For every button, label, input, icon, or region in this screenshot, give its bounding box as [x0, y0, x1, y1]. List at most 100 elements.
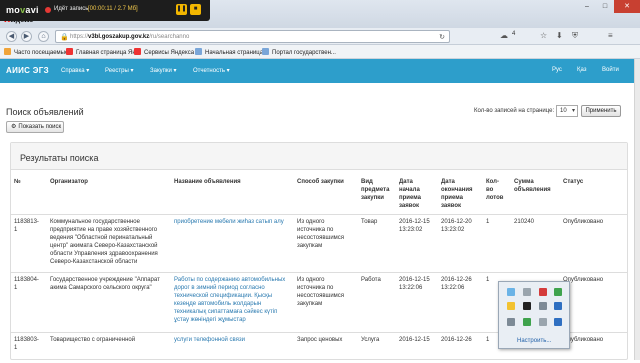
update-tray-icon[interactable] — [554, 318, 562, 326]
antivirus-tray-icon[interactable] — [539, 288, 547, 296]
cloud-icon[interactable]: ☁ — [500, 31, 508, 40]
page-icon — [262, 48, 269, 55]
announcement-link[interactable]: услуги телефонной связи — [174, 337, 245, 343]
table-header-row: № Организатор Название объявления Способ… — [10, 169, 628, 215]
col-end-date[interactable]: Дата окончания приема заявок — [437, 169, 482, 215]
yandex-icon — [134, 48, 141, 55]
chat-tray-icon[interactable] — [523, 288, 531, 296]
stop-icon[interactable]: ■ — [190, 4, 201, 15]
col-sum[interactable]: Сумма объявления — [510, 169, 559, 215]
movavi-logo: movavi — [6, 5, 39, 15]
tray-popup: Настроить... — [498, 281, 570, 349]
bookmark-yandex-services[interactable]: Сервисы Яндекса — [134, 48, 194, 56]
network-tray-icon[interactable] — [507, 318, 515, 326]
menu-registries[interactable]: Реестры ▾ — [105, 67, 134, 74]
cell-name: услуги телефонной связи — [170, 332, 293, 363]
info-tray-icon[interactable] — [554, 302, 562, 310]
back-icon[interactable]: ◀ — [6, 31, 17, 42]
site-header: АИИС ЭГЗ Справка ▾ Реестры ▾ Закупки ▾ О… — [0, 59, 634, 83]
menu-help[interactable]: Справка ▾ — [61, 67, 89, 74]
bookmark-frequent[interactable]: Часто посещаемые — [4, 48, 68, 56]
cell-status: Опубликовано — [559, 214, 628, 273]
cloud-tray-icon[interactable] — [507, 288, 515, 296]
records-per-page-select[interactable]: 10 — [556, 105, 578, 117]
cell-start: 2016-12-15 13:22:06 — [395, 272, 437, 333]
bookmark-gov-portal[interactable]: Портал государствен... — [262, 48, 336, 56]
lock-tray-icon[interactable] — [507, 302, 515, 310]
cell-lots: 1 — [482, 214, 510, 273]
results-header: Результаты поиска — [11, 143, 627, 170]
col-start-date[interactable]: Дата начала приема заявок — [395, 169, 437, 215]
lang-kz[interactable]: Қаз — [577, 67, 587, 73]
bookmark-icon — [4, 48, 11, 55]
shield-icon[interactable]: ⛨ — [572, 31, 578, 41]
announcement-link[interactable]: приобретение мебели жиһаз сатып алу — [174, 219, 284, 225]
cell-end: 2016-12-20 13:23:02 — [437, 214, 482, 273]
recording-time: [00:00:11 / 2.7 Мб] — [88, 6, 138, 12]
cell-sum: 210240 — [510, 214, 559, 273]
cell-method: Из одного источника по несостоявшимся за… — [293, 214, 357, 273]
records-per-page-label: Кол-во записей на странице: — [474, 108, 555, 114]
col-number[interactable]: № — [10, 169, 46, 215]
app-tray-icon[interactable] — [523, 302, 531, 310]
cell-number: 1183804-1 — [10, 272, 46, 333]
recorder-overlay: movavi Идёт запись [00:00:11 / 2.7 Мб] ❚… — [0, 0, 210, 21]
volume-tray-icon[interactable] — [539, 318, 547, 326]
lang-ru[interactable]: Рус — [552, 67, 562, 73]
pause-icon[interactable]: ❚❚ — [176, 4, 187, 15]
mail-tray-icon[interactable] — [539, 302, 547, 310]
badge-count: 4 — [512, 31, 516, 37]
cell-method: Из одного источника по несостоявшимся за… — [293, 272, 357, 333]
tray-customize-link[interactable]: Настроить... — [517, 338, 551, 344]
cell-subject: Работа — [357, 272, 395, 333]
bookmark-yandex-home[interactable]: Главная страница Ян... — [66, 48, 141, 56]
cell-organizer: Коммунальное государственное предприятие… — [46, 214, 170, 273]
yandex-icon — [66, 48, 73, 55]
apply-button[interactable]: Применить — [581, 105, 621, 117]
address-bar[interactable]: 🔒 https://v3bl.goszakup.gov.kz/ru/search… — [55, 30, 450, 43]
login-link[interactable]: Войти — [602, 67, 619, 73]
cell-subject: Услуга — [357, 332, 395, 363]
cell-organizer: Государственное учреждение "Аппарат аким… — [46, 272, 170, 333]
col-announcement-name[interactable]: Название объявления — [170, 169, 293, 215]
cell-end: 2016-12-26 — [437, 332, 482, 363]
cell-organizer: Товарищество с ограниченной — [46, 332, 170, 363]
cell-number: 1183803-1 — [10, 332, 46, 363]
results-title: Результаты поиска — [20, 153, 99, 163]
cell-number: 1183813-1 — [10, 214, 46, 273]
show-search-button[interactable]: ⚙ Показать поиск — [6, 121, 64, 133]
check-tray-icon[interactable] — [554, 288, 562, 296]
page-title: Поиск объявлений — [6, 107, 84, 117]
browser-navbar: ◀ ▶ ⌂ 🔒 https://v3bl.goszakup.gov.kz/ru/… — [0, 28, 640, 45]
bookmark-start-page[interactable]: Начальная страница — [195, 48, 263, 56]
gear-icon: ⚙ — [11, 124, 17, 130]
menu-procurement[interactable]: Закупки ▾ — [150, 67, 177, 74]
home-icon[interactable]: ⌂ — [38, 31, 49, 42]
col-subject-type[interactable]: Вид предмета закупки — [357, 169, 395, 215]
cell-name: Работы по содержанию автомобильных дорог… — [170, 272, 293, 333]
recording-status: Идёт запись — [54, 6, 89, 12]
col-lots[interactable]: Кол-во лотов — [482, 169, 510, 215]
maximize-icon[interactable]: □ — [596, 0, 614, 13]
site-title[interactable]: АИИС ЭГЗ — [6, 66, 49, 75]
col-method[interactable]: Способ закупки — [293, 169, 357, 215]
cell-end: 2016-12-26 13:22:06 — [437, 272, 482, 333]
star-icon[interactable]: ☆ — [540, 31, 547, 40]
flag-tray-icon[interactable] — [523, 318, 531, 326]
lock-icon: 🔒 — [60, 34, 69, 41]
bookmarks-bar: Часто посещаемые Главная страница Ян... … — [0, 45, 640, 59]
forward-icon[interactable]: ▶ — [21, 31, 32, 42]
url-text: https://v3bl.goszakup.gov.kz/ru/searchan… — [70, 34, 190, 40]
minimize-icon[interactable]: – — [578, 0, 596, 13]
page-scrollbar[interactable] — [634, 59, 640, 360]
announcement-link[interactable]: Работы по содержанию автомобильных дорог… — [174, 277, 285, 323]
close-icon[interactable]: ✕ — [614, 0, 640, 13]
col-status[interactable]: Статус — [559, 169, 628, 215]
settings-icon[interactable]: ≡ — [608, 31, 613, 40]
menu-reports[interactable]: Отчетность ▾ — [193, 67, 230, 74]
page-icon — [195, 48, 202, 55]
cell-subject: Товар — [357, 214, 395, 273]
download-icon[interactable]: ⬇ — [556, 31, 563, 40]
reload-icon[interactable]: ↻ — [439, 33, 445, 41]
col-organizer[interactable]: Организатор — [46, 169, 170, 215]
